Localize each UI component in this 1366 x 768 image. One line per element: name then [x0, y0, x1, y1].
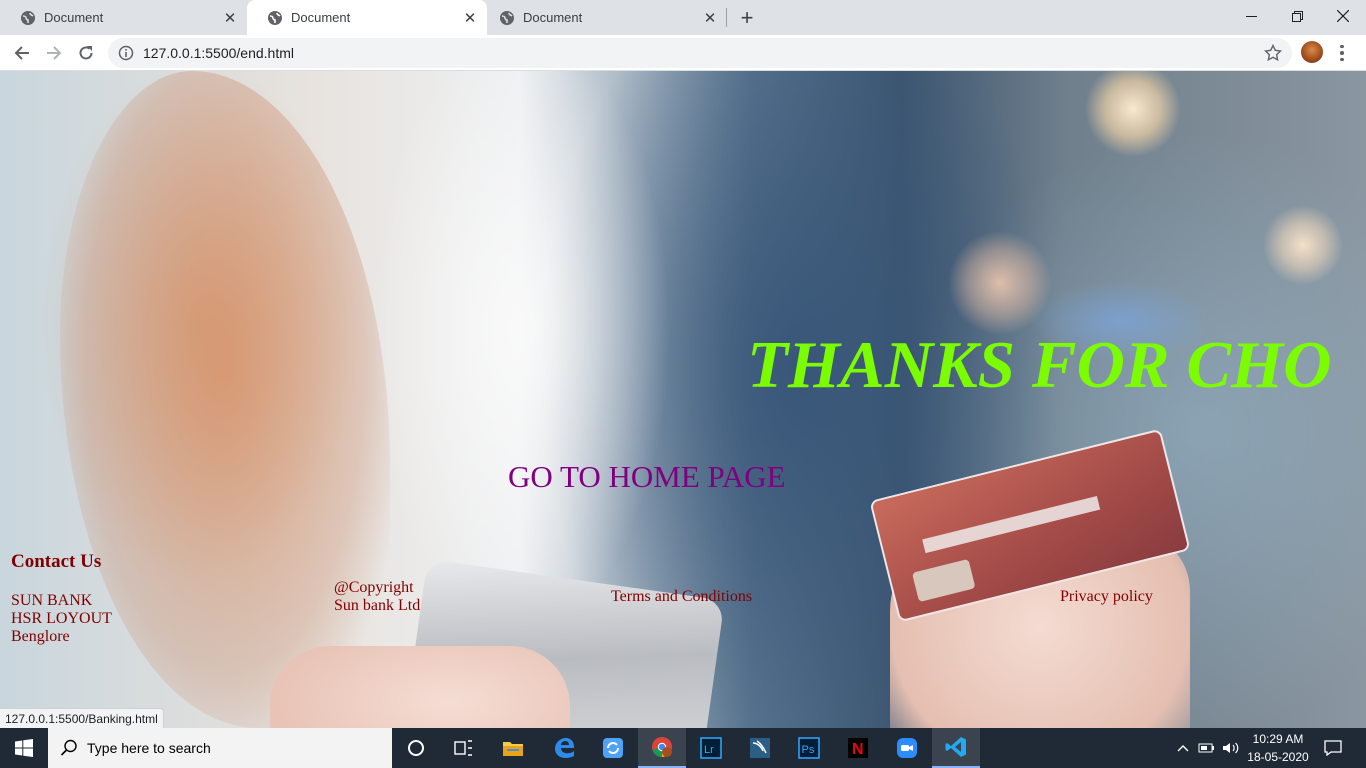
restore-icon[interactable]	[1274, 0, 1320, 32]
tab-title: Document	[523, 10, 583, 25]
system-clock[interactable]: 10:29 AM 18-05-2020	[1244, 730, 1312, 766]
home-page-link[interactable]: GO TO HOME PAGE	[508, 458, 786, 495]
taskbar-search[interactable]: Type here to search	[48, 728, 392, 768]
search-placeholder: Type here to search	[87, 740, 211, 756]
battery-icon[interactable]	[1196, 728, 1218, 768]
windows-start-icon[interactable]	[0, 728, 48, 768]
privacy-link[interactable]: Privacy policy	[1060, 588, 1153, 606]
info-icon[interactable]	[118, 45, 134, 61]
close-icon[interactable]: ✕	[699, 7, 721, 29]
plus-icon[interactable]: +	[735, 5, 759, 30]
zoom-icon[interactable]	[883, 728, 931, 768]
close-icon[interactable]: ✕	[459, 7, 481, 29]
clock-date: 18-05-2020	[1247, 750, 1309, 764]
minimize-icon[interactable]	[1228, 0, 1274, 32]
url-text: 127.0.0.1:5500/end.html	[143, 45, 295, 61]
tab-separator	[726, 8, 727, 27]
background-photo-hair	[60, 71, 390, 728]
tab-title: Document	[44, 10, 104, 25]
browser-toolbar: 127.0.0.1:5500/end.html	[0, 35, 1366, 71]
photoshop-icon[interactable]: Ps	[785, 728, 833, 768]
chevron-up-icon[interactable]	[1174, 728, 1192, 768]
globe-icon	[500, 10, 514, 25]
edge-icon[interactable]	[540, 728, 588, 768]
star-icon[interactable]	[1264, 44, 1282, 62]
globe-icon	[21, 10, 35, 25]
contact-line: Benglore	[11, 628, 70, 645]
volume-icon[interactable]	[1220, 728, 1242, 768]
arrow-left-icon[interactable]	[8, 39, 36, 67]
terms-link[interactable]: Terms and Conditions	[611, 588, 752, 606]
tab-strip: Document ✕ Document ✕ Document ✕ +	[0, 0, 1366, 35]
vscode-icon[interactable]	[932, 728, 980, 768]
contact-line: SUN BANK	[11, 592, 93, 609]
reload-icon[interactable]	[72, 39, 100, 67]
contact-line: HSR LOYOUT	[11, 610, 112, 627]
close-icon[interactable]: ✕	[219, 7, 241, 29]
sync-app-icon[interactable]	[589, 728, 637, 768]
copyright-text: @Copyright	[334, 579, 414, 596]
background-photo-hand	[270, 646, 570, 728]
chrome-icon[interactable]	[638, 728, 686, 768]
netflix-icon[interactable]: N	[834, 728, 882, 768]
tab-title: Document	[291, 10, 351, 25]
svg-text:N: N	[852, 741, 864, 758]
mysql-workbench-icon[interactable]	[736, 728, 784, 768]
page-content: THANKS FOR CHO GO TO HOME PAGE Contact U…	[0, 71, 1366, 728]
notification-icon[interactable]	[1318, 728, 1348, 768]
contact-heading: Contact Us	[11, 551, 102, 572]
taskbar: Type here to search Lr Ps N 10:29 AM 18-…	[0, 728, 1366, 768]
svg-text:Lr: Lr	[704, 744, 714, 756]
tab-document-3[interactable]: Document ✕	[487, 0, 727, 35]
lightroom-icon[interactable]: Lr	[687, 728, 735, 768]
avatar[interactable]	[1301, 41, 1323, 63]
file-explorer-icon[interactable]	[489, 728, 537, 768]
arrow-right-icon[interactable]	[40, 39, 68, 67]
search-icon	[60, 739, 77, 756]
task-view-icon[interactable]	[440, 728, 488, 768]
tab-document-1[interactable]: Document ✕	[0, 0, 247, 35]
status-bubble: 127.0.0.1:5500/Banking.html	[0, 708, 164, 728]
address-bar[interactable]: 127.0.0.1:5500/end.html	[108, 38, 1292, 68]
close-icon[interactable]	[1320, 0, 1366, 32]
kebab-menu-icon[interactable]	[1336, 41, 1348, 65]
copyright-text: Sun bank Ltd	[334, 597, 421, 614]
cortana-icon[interactable]	[392, 728, 440, 768]
globe-icon	[268, 10, 282, 25]
clock-time: 10:29 AM	[1252, 732, 1304, 746]
thanks-headline: THANKS FOR CHO	[747, 328, 1332, 402]
svg-text:Ps: Ps	[802, 744, 815, 756]
tab-document-2[interactable]: Document ✕	[247, 0, 487, 35]
